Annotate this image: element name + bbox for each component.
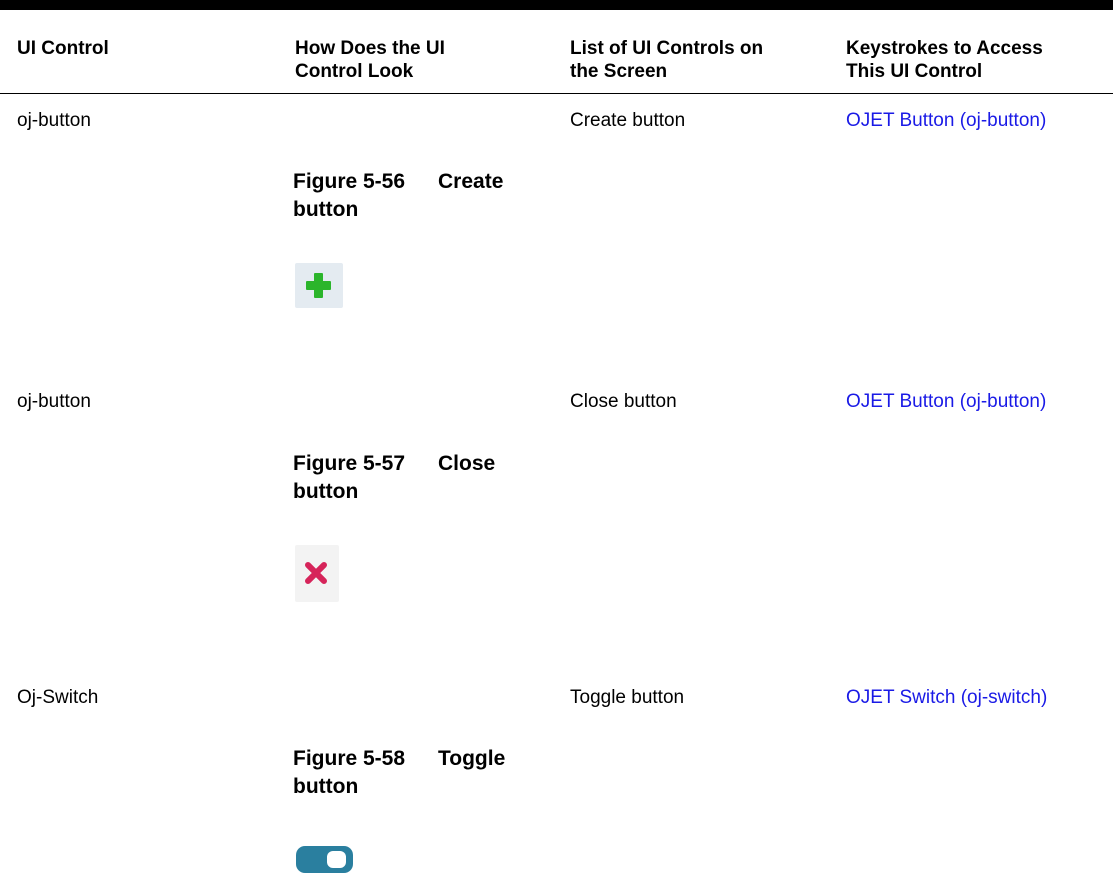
figure-5-57-label: Figure 5-57 (293, 452, 406, 475)
figure-5-58-title-2: button (293, 775, 359, 798)
header-how-look: How Does the UI Control Look (295, 37, 445, 83)
figure-5-58-title-1: Toggle (438, 747, 506, 770)
figure-5-56-label: Figure 5-56 (293, 170, 406, 193)
figure-5-58-caption: Figure 5-58 Toggle button (293, 745, 555, 801)
header-how-look-line2: Control Look (295, 61, 414, 82)
header-keystrokes-line2: This UI Control (846, 61, 983, 82)
header-list-controls: List of UI Controls on the Screen (570, 37, 763, 83)
header-divider (0, 93, 1113, 94)
header-ui-control: UI Control (17, 37, 109, 60)
table-row-3-list-item: Toggle button (570, 687, 685, 708)
figure-5-56-title-2: button (293, 198, 359, 221)
header-keystrokes: Keystrokes to Access This UI Control (846, 37, 1043, 83)
header-how-look-line1: How Does the UI (295, 38, 445, 59)
table-row-1-list-item: Create button (570, 110, 686, 131)
figure-5-57-caption: Figure 5-57 Close button (293, 450, 555, 506)
table-row-2-control: oj-button (17, 391, 91, 412)
toggle-button-figure (295, 840, 359, 873)
ojet-button-link-2[interactable]: OJET Button (oj-button) (846, 390, 1046, 413)
top-rule (0, 0, 1113, 10)
figure-5-56-caption: Figure 5-56 Create button (293, 168, 555, 224)
ojet-switch-link[interactable]: OJET Switch (oj-switch) (846, 686, 1047, 709)
header-ui-control-text: UI Control (17, 38, 109, 59)
toggle-switch-icon (296, 846, 353, 873)
table-row-1-control: oj-button (17, 110, 91, 131)
table-row-3-control: Oj-Switch (17, 687, 99, 708)
figure-5-57-title-1: Close (438, 452, 496, 475)
header-list-controls-line2: the Screen (570, 61, 668, 82)
header-list-controls-line1: List of UI Controls on (570, 38, 764, 59)
plus-icon (306, 273, 331, 298)
close-x-icon (305, 562, 327, 584)
figure-5-58-label: Figure 5-58 (293, 747, 406, 770)
figure-5-57-title-2: button (293, 480, 359, 503)
close-button-figure (295, 545, 339, 602)
header-keystrokes-line1: Keystrokes to Access (846, 38, 1043, 59)
ojet-button-link-1[interactable]: OJET Button (oj-button) (846, 109, 1046, 132)
create-button-figure (295, 263, 343, 308)
table-row-2-list-item: Close button (570, 391, 677, 412)
figure-5-56-title-1: Create (438, 170, 504, 193)
